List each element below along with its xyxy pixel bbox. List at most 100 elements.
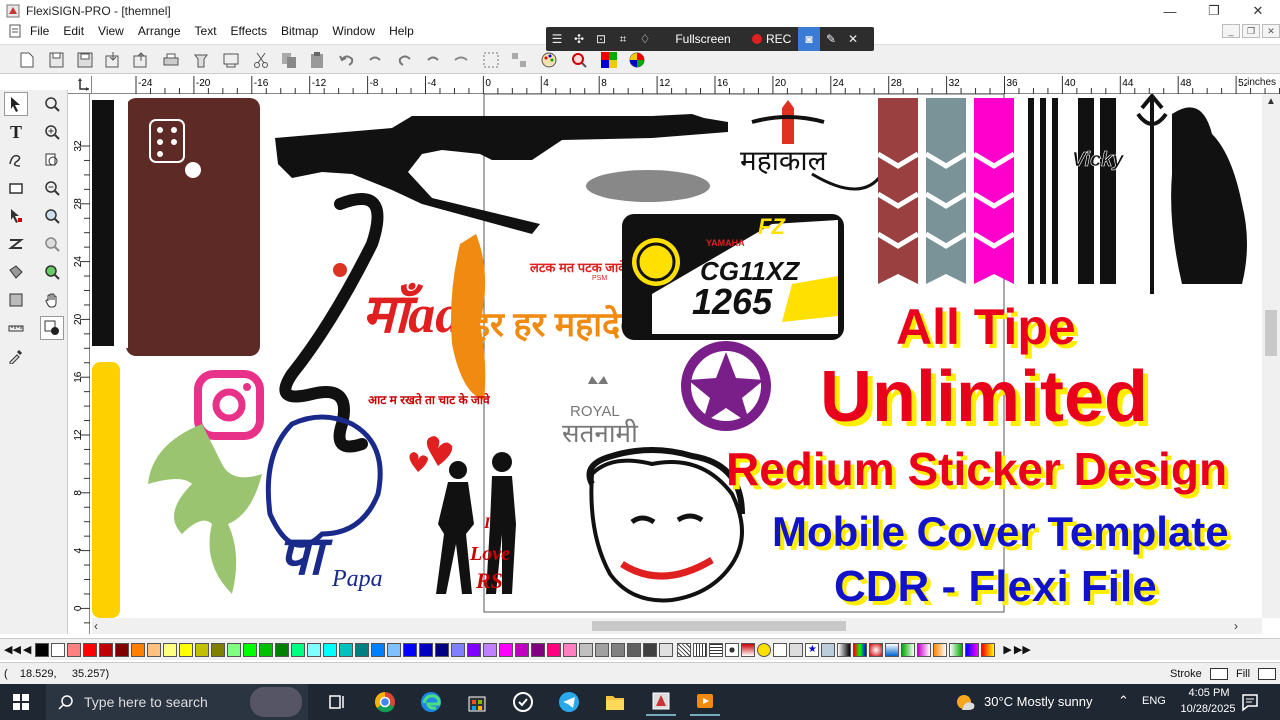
camera-icon[interactable]: ◙ bbox=[798, 27, 820, 51]
promo-line-5[interactable]: CDR - Flexi File bbox=[834, 562, 1157, 612]
promo-line-3[interactable]: Redium Sticker Design bbox=[726, 442, 1227, 496]
menu-edit[interactable]: Edit bbox=[63, 24, 84, 38]
zoom-color-icon[interactable] bbox=[40, 260, 64, 284]
palette-next-icon[interactable]: ▶ bbox=[1003, 643, 1011, 656]
shape-tool-icon[interactable] bbox=[4, 148, 28, 172]
color-swatch[interactable] bbox=[275, 642, 290, 657]
maximize-button[interactable]: ❐ bbox=[1192, 0, 1236, 22]
plot-icon[interactable] bbox=[190, 49, 212, 71]
pattern-swatch[interactable] bbox=[709, 642, 724, 657]
doc-minimize-button[interactable]: _ bbox=[1222, 24, 1240, 38]
yamaha-fz-plate-sticker[interactable]: FZ YAMAHA CG11XZ 1265 bbox=[622, 214, 844, 340]
color-swatch[interactable] bbox=[131, 642, 146, 657]
color-swatch[interactable] bbox=[563, 642, 578, 657]
store-icon[interactable] bbox=[462, 688, 492, 716]
menu-window[interactable]: Window bbox=[332, 24, 375, 38]
mobile-cover-template[interactable] bbox=[118, 98, 260, 356]
color-swatch[interactable] bbox=[323, 642, 338, 657]
move-icon[interactable]: ✣ bbox=[568, 27, 590, 51]
pattern-swatch[interactable] bbox=[933, 642, 948, 657]
recorder-taskbar-icon[interactable] bbox=[690, 688, 720, 716]
node-edit-tool-icon[interactable] bbox=[4, 204, 28, 228]
color-swatch[interactable] bbox=[99, 642, 114, 657]
minimize-button[interactable]: — bbox=[1148, 0, 1192, 22]
color-swatch[interactable] bbox=[451, 642, 466, 657]
color-swatch[interactable] bbox=[483, 642, 498, 657]
ruler-corner[interactable] bbox=[68, 76, 92, 94]
color-swatch[interactable] bbox=[195, 642, 210, 657]
pattern-swatch[interactable] bbox=[965, 642, 980, 657]
pattern-swatch[interactable] bbox=[725, 642, 740, 657]
crop-icon[interactable]: ⌗ bbox=[612, 27, 634, 51]
color-swatch[interactable] bbox=[371, 642, 386, 657]
color-swatch[interactable] bbox=[403, 642, 418, 657]
pattern-swatch[interactable] bbox=[741, 642, 756, 657]
clock-date[interactable]: 10/28/2025 bbox=[1172, 703, 1244, 715]
color-swatch[interactable] bbox=[35, 642, 50, 657]
redo-list-icon[interactable] bbox=[422, 49, 444, 71]
chrome-icon[interactable] bbox=[370, 688, 400, 716]
color-swatch[interactable] bbox=[307, 642, 322, 657]
color-swatch[interactable] bbox=[627, 642, 642, 657]
color-swatch[interactable] bbox=[243, 642, 258, 657]
pattern-swatch[interactable] bbox=[837, 642, 852, 657]
royal-satnami-sticker[interactable]: ROYAL सतनामी bbox=[562, 376, 639, 448]
undo-list-icon[interactable] bbox=[364, 49, 386, 71]
new-file-icon[interactable] bbox=[16, 49, 38, 71]
weed-tool-icon[interactable] bbox=[4, 288, 28, 312]
phoenix-bird-sticker[interactable] bbox=[148, 424, 262, 594]
edge-icon[interactable] bbox=[416, 688, 446, 716]
measure-tool-icon[interactable] bbox=[4, 316, 28, 340]
palette-last-icon[interactable]: ▶▶ bbox=[1014, 643, 1031, 656]
color-swatch[interactable] bbox=[83, 642, 98, 657]
swatch-grid-icon[interactable] bbox=[598, 49, 620, 71]
color-swatch[interactable] bbox=[355, 642, 370, 657]
color-swatch[interactable] bbox=[611, 642, 626, 657]
joker-face-sticker[interactable] bbox=[586, 447, 745, 603]
language-indicator[interactable]: ENG bbox=[1142, 695, 1166, 707]
color-swatch[interactable] bbox=[179, 642, 194, 657]
horizontal-ruler[interactable]: -24 -20 -16 -12 -8 -4 0 4 8 12 16 20 24 28 32 36 40 44 48 5… bbox=[92, 76, 1280, 94]
color-swatch[interactable] bbox=[419, 642, 434, 657]
scissors-icon[interactable] bbox=[250, 49, 272, 71]
weather-sun-icon[interactable] bbox=[954, 692, 976, 712]
doc-restore-button[interactable]: ❐ bbox=[1242, 24, 1260, 38]
pattern-swatch[interactable] bbox=[853, 642, 868, 657]
chevron-stripes-sticker[interactable] bbox=[876, 98, 1016, 284]
recorder-close-icon[interactable]: ✕ bbox=[842, 27, 864, 51]
yellow-skin-strip[interactable] bbox=[92, 362, 120, 618]
pattern-swatch[interactable] bbox=[773, 642, 788, 657]
vertical-scroll-thumb[interactable] bbox=[1265, 310, 1277, 356]
pattern-swatch[interactable] bbox=[677, 642, 692, 657]
pattern-swatch[interactable] bbox=[885, 642, 900, 657]
menu-text[interactable]: Text bbox=[195, 24, 217, 38]
close-button[interactable]: ✕ bbox=[1236, 0, 1280, 22]
redo-icon[interactable] bbox=[394, 49, 416, 71]
pan-hand-icon[interactable] bbox=[40, 288, 64, 312]
color-swatch[interactable] bbox=[643, 642, 658, 657]
color-swatch[interactable] bbox=[163, 642, 178, 657]
zoom-all-icon[interactable] bbox=[40, 204, 64, 228]
undo-icon[interactable] bbox=[336, 49, 358, 71]
pattern-swatch[interactable] bbox=[869, 642, 884, 657]
scroll-left-icon[interactable]: ‹ bbox=[94, 619, 108, 633]
aaj-text[interactable]: आट म रखते ता चाट के जावे bbox=[368, 393, 491, 407]
telegram-icon[interactable] bbox=[554, 688, 584, 716]
color-swatch[interactable] bbox=[515, 642, 530, 657]
black-skin-strip[interactable] bbox=[92, 100, 114, 346]
promo-line-2[interactable]: Unlimited bbox=[820, 356, 1148, 438]
menu-bitmap[interactable]: Bitmap bbox=[281, 24, 318, 38]
color-swatch[interactable] bbox=[531, 642, 546, 657]
import-icon[interactable] bbox=[102, 49, 124, 71]
menu-help[interactable]: Help bbox=[389, 24, 414, 38]
document-icon[interactable] bbox=[8, 24, 22, 38]
color-wheel-icon[interactable] bbox=[626, 49, 648, 71]
color-swatch[interactable] bbox=[259, 642, 274, 657]
color-swatch[interactable] bbox=[227, 642, 242, 657]
zoom-out-icon[interactable] bbox=[40, 176, 64, 200]
color-swatch[interactable] bbox=[467, 642, 482, 657]
file-explorer-icon[interactable] bbox=[600, 688, 630, 716]
color-swatch[interactable] bbox=[211, 642, 226, 657]
maa-calligraphy-sticker[interactable]: माँaa bbox=[279, 193, 462, 453]
select-tool-icon[interactable] bbox=[4, 92, 28, 116]
